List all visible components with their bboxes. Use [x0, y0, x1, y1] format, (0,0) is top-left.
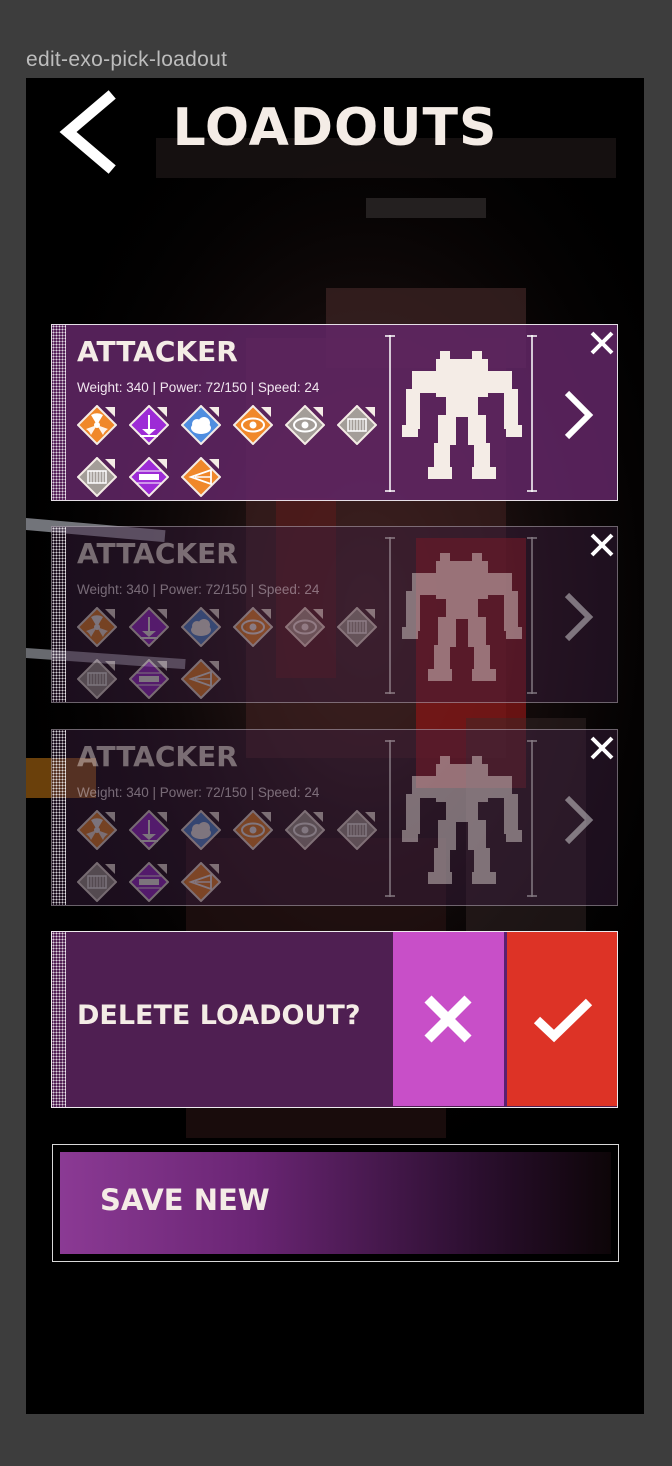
bracket-left — [385, 537, 395, 694]
chevron-right-icon — [564, 592, 594, 642]
loadout-card[interactable]: ATTACKER Weight: 340 | Power: 72/150 | Sp… — [51, 324, 618, 501]
page-title: LOADOUTS — [172, 98, 498, 158]
frame-label: edit-exo-pick-loadout — [26, 48, 228, 71]
bracket-right — [527, 740, 537, 897]
bar-icon — [128, 861, 170, 903]
delete-prompt-text: DELETE LOADOUT? — [77, 1000, 361, 1031]
loadout-name: ATTACKER — [77, 537, 238, 570]
mech-silhouette — [402, 756, 522, 884]
loadout-name: ATTACKER — [77, 335, 238, 368]
confirm-delete-button[interactable] — [507, 932, 617, 1106]
loadout-card[interactable]: ATTACKER Weight: 340 | Power: 72/150 | Sp… — [51, 526, 618, 703]
drop-down-icon — [128, 606, 170, 648]
dotted-edge — [52, 932, 66, 1107]
cloud-icon — [180, 809, 222, 851]
mech-preview — [402, 547, 522, 687]
radiation-icon — [76, 404, 118, 446]
bar-icon — [128, 658, 170, 700]
check-icon — [533, 998, 593, 1043]
loadout-card[interactable]: ATTACKER Weight: 340 | Power: 72/150 | Sp… — [51, 729, 618, 906]
eye-icon — [232, 404, 274, 446]
loadout-stats: Weight: 340 | Power: 72/150 | Speed: 24 — [77, 582, 320, 597]
cancel-delete-button[interactable] — [393, 932, 504, 1106]
eye-icon — [284, 606, 326, 648]
open-loadout-button[interactable] — [557, 792, 597, 848]
loadout-card-content: ATTACKER Weight: 340 | Power: 72/150 | Sp… — [52, 730, 617, 905]
mech-preview — [402, 345, 522, 485]
cloud-icon — [180, 606, 222, 648]
bracket-right — [527, 537, 537, 694]
grille-icon — [336, 606, 378, 648]
loadout-stats: Weight: 340 | Power: 72/150 | Speed: 24 — [77, 380, 320, 395]
open-loadout-button[interactable] — [557, 589, 597, 645]
save-new-label: SAVE NEW — [100, 1183, 270, 1217]
radiation-icon — [76, 809, 118, 851]
chevron-right-icon — [564, 795, 594, 845]
grille-icon — [76, 456, 118, 498]
mech-silhouette — [402, 553, 522, 681]
loadout-stats: Weight: 340 | Power: 72/150 | Speed: 24 — [77, 785, 320, 800]
bar-icon — [128, 456, 170, 498]
drop-down-icon — [128, 809, 170, 851]
lines-icon — [180, 456, 222, 498]
mech-silhouette — [402, 351, 522, 479]
loadout-card-content: ATTACKER Weight: 340 | Power: 72/150 | Sp… — [52, 325, 617, 500]
grille-icon — [336, 809, 378, 851]
bracket-left — [385, 740, 395, 897]
grille-icon — [76, 861, 118, 903]
loadout-name: ATTACKER — [77, 740, 238, 773]
radiation-icon — [76, 606, 118, 648]
eye-icon — [232, 809, 274, 851]
mech-preview — [402, 750, 522, 890]
grille-icon — [76, 658, 118, 700]
app-screen: LOADOUTS ATTACKER Weight: 340 | Power: 72… — [26, 78, 644, 1414]
chevron-right-icon — [564, 390, 594, 440]
eye-icon — [232, 606, 274, 648]
eye-icon — [284, 809, 326, 851]
grille-icon — [336, 404, 378, 446]
open-loadout-button[interactable] — [557, 387, 597, 443]
loadout-card-content: ATTACKER Weight: 340 | Power: 72/150 | Sp… — [52, 527, 617, 702]
bracket-left — [385, 335, 395, 492]
eye-icon — [284, 404, 326, 446]
delete-confirm-panel: DELETE LOADOUT? — [51, 931, 618, 1108]
close-icon — [424, 995, 472, 1043]
save-new-button[interactable]: SAVE NEW — [52, 1144, 619, 1262]
lines-icon — [180, 861, 222, 903]
cloud-icon — [180, 404, 222, 446]
bracket-right — [527, 335, 537, 492]
lines-icon — [180, 658, 222, 700]
drop-down-icon — [128, 404, 170, 446]
